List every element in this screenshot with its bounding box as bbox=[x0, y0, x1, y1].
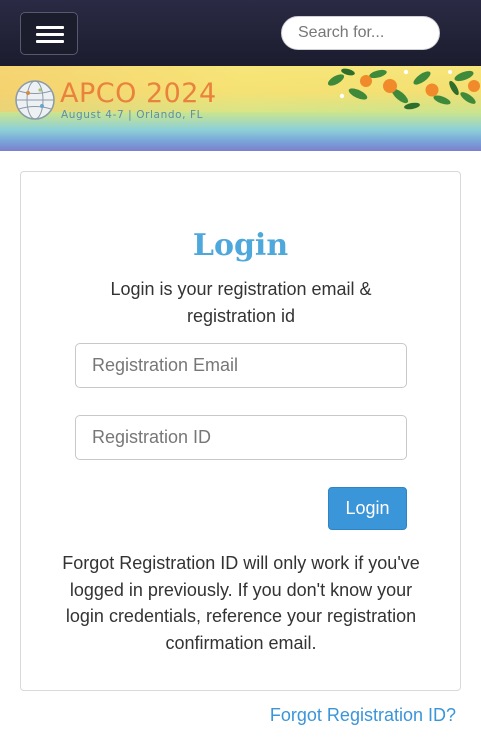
login-card: Login Login is your registration email &… bbox=[20, 171, 461, 691]
hamburger-menu-icon-line bbox=[36, 33, 64, 36]
menu-button[interactable] bbox=[20, 12, 78, 55]
banner-title: APCO 2024 bbox=[60, 78, 217, 109]
top-navbar bbox=[0, 0, 481, 66]
login-button[interactable]: Login bbox=[328, 487, 407, 530]
search-input[interactable] bbox=[281, 16, 440, 50]
hamburger-menu-icon-line bbox=[36, 40, 64, 43]
conference-banner: APCO 2024 August 4-7 | Orlando, FL bbox=[0, 66, 481, 151]
login-instructions: Login is your registration email & regis… bbox=[110, 279, 372, 326]
hamburger-menu-icon bbox=[36, 26, 64, 29]
registration-email-field[interactable] bbox=[75, 343, 407, 388]
orange-branch-illustration bbox=[327, 68, 480, 110]
banner-subtitle: August 4-7 | Orlando, FL bbox=[61, 109, 204, 121]
forgot-id-note: Forgot Registration ID will only work if… bbox=[62, 553, 420, 653]
login-title: Login bbox=[192, 228, 289, 263]
globe-icon bbox=[15, 80, 55, 120]
registration-id-field[interactable] bbox=[75, 415, 407, 460]
forgot-registration-id-link[interactable]: Forgot Registration ID? bbox=[270, 705, 456, 726]
